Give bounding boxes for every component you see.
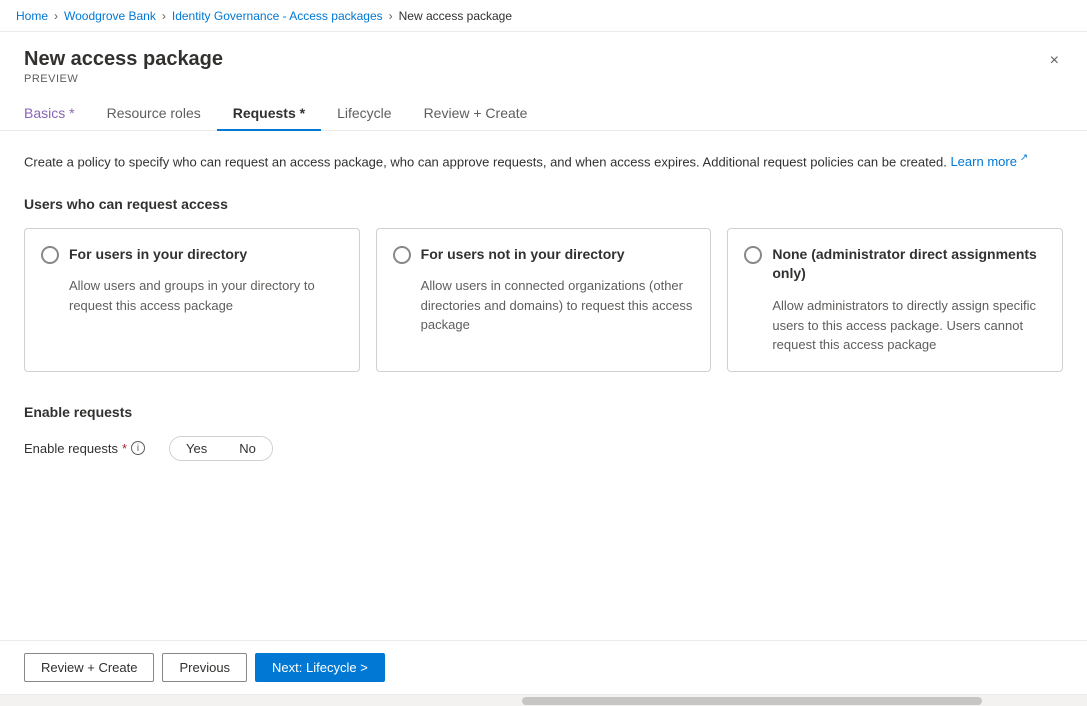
radio-not-in-directory	[393, 246, 411, 264]
option-cards: For users in your directory Allow users …	[24, 228, 1063, 372]
option-none-admin-title: None (administrator direct assignments o…	[772, 245, 1046, 284]
previous-button[interactable]: Previous	[162, 653, 247, 682]
breadcrumb-current: New access package	[399, 9, 512, 23]
enable-requests-row: Enable requests * i Yes No	[24, 436, 1063, 461]
option-card-not-in-directory-header: For users not in your directory	[393, 245, 695, 265]
tab-bar: Basics * Resource roles Requests * Lifec…	[24, 97, 1063, 130]
next-lifecycle-button[interactable]: Next: Lifecycle >	[255, 653, 385, 682]
tab-review-create[interactable]: Review + Create	[408, 97, 544, 131]
breadcrumb-sep-2: ›	[162, 9, 166, 23]
preview-badge: PREVIEW	[24, 73, 223, 85]
tab-requests[interactable]: Requests *	[217, 97, 321, 131]
users-section-heading: Users who can request access	[24, 196, 1063, 212]
panel-header: New access package PREVIEW × Basics * Re…	[0, 32, 1087, 131]
option-not-in-directory-desc: Allow users in connected organizations (…	[393, 276, 695, 335]
scroll-thumb	[522, 697, 982, 705]
panel-content: Create a policy to specify who can reque…	[0, 131, 1087, 640]
option-card-none-admin-header: None (administrator direct assignments o…	[744, 245, 1046, 284]
breadcrumb-sep-3: ›	[389, 9, 393, 23]
panel-title: New access package	[24, 48, 223, 71]
enable-requests-section: Enable requests Enable requests * i Yes …	[24, 404, 1063, 461]
option-in-directory-desc: Allow users and groups in your directory…	[41, 276, 343, 315]
option-in-directory-title: For users in your directory	[69, 245, 247, 265]
required-star: *	[122, 441, 127, 456]
breadcrumb-identity-governance[interactable]: Identity Governance - Access packages	[172, 9, 383, 23]
info-icon[interactable]: i	[131, 441, 145, 455]
enable-requests-label: Enable requests * i	[24, 441, 145, 456]
radio-none-admin	[744, 246, 762, 264]
option-none-admin-desc: Allow administrators to directly assign …	[744, 296, 1046, 355]
breadcrumb-bar: Home › Woodgrove Bank › Identity Governa…	[0, 0, 1087, 32]
option-card-not-in-directory[interactable]: For users not in your directory Allow us…	[376, 228, 712, 372]
tab-basics[interactable]: Basics *	[24, 97, 91, 131]
enable-requests-toggle[interactable]: Yes No	[169, 436, 273, 461]
description-text: Create a policy to specify who can reque…	[24, 151, 1063, 172]
horizontal-scrollbar[interactable]	[0, 694, 1087, 706]
toggle-no[interactable]: No	[223, 437, 272, 460]
breadcrumb-sep-1: ›	[54, 9, 58, 23]
enable-requests-heading: Enable requests	[24, 404, 1063, 420]
close-button[interactable]: ×	[1046, 48, 1063, 74]
main-panel: New access package PREVIEW × Basics * Re…	[0, 32, 1087, 694]
option-card-in-directory-header: For users in your directory	[41, 245, 343, 265]
external-link-icon: ↗	[1017, 153, 1028, 164]
tab-resource-roles[interactable]: Resource roles	[91, 97, 217, 131]
option-card-none-admin[interactable]: None (administrator direct assignments o…	[727, 228, 1063, 372]
bottom-bar: Review + Create Previous Next: Lifecycle…	[0, 640, 1087, 694]
breadcrumb-home[interactable]: Home	[16, 9, 48, 23]
panel-title-group: New access package PREVIEW	[24, 48, 223, 85]
breadcrumb-woodgrove[interactable]: Woodgrove Bank	[64, 9, 156, 23]
option-card-in-directory[interactable]: For users in your directory Allow users …	[24, 228, 360, 372]
toggle-yes[interactable]: Yes	[170, 437, 223, 460]
review-create-button[interactable]: Review + Create	[24, 653, 154, 682]
learn-more-link[interactable]: Learn more ↗	[950, 154, 1028, 169]
option-not-in-directory-title: For users not in your directory	[421, 245, 625, 265]
tab-lifecycle[interactable]: Lifecycle	[321, 97, 407, 131]
radio-in-directory	[41, 246, 59, 264]
